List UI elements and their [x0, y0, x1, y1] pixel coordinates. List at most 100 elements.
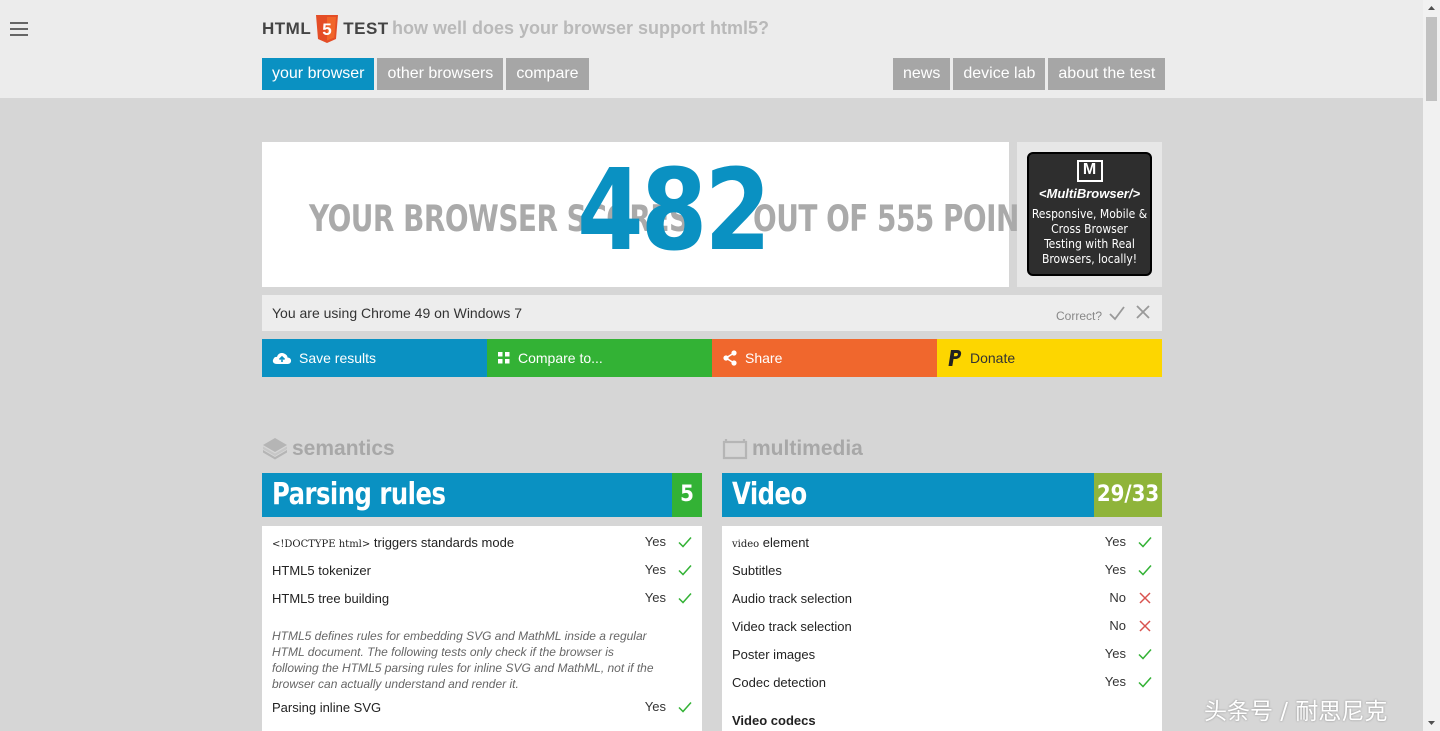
- logo-text-test: TEST: [343, 19, 389, 38]
- table-row: Parsing inline SVG Yes: [262, 691, 702, 719]
- table-row: Codec detection Yes: [722, 666, 1162, 694]
- compare-to-label: Compare to...: [518, 350, 603, 366]
- category-title: Parsing rules: [272, 477, 446, 512]
- row-result: Yes: [644, 534, 666, 549]
- table-row: Audio track selection No: [722, 582, 1162, 610]
- check-icon: [1138, 537, 1152, 548]
- table-row: HTML5 tokenizer Yes: [262, 554, 702, 582]
- row-result: Yes: [1104, 562, 1126, 577]
- row-label: video element: [732, 535, 809, 550]
- row-label: Video track selection: [732, 619, 852, 634]
- secondary-nav: news device lab about the test: [893, 58, 1166, 90]
- confirm-check-icon[interactable]: [1108, 304, 1126, 322]
- site-header: HTML 5 TEST how well does your browser s…: [0, 0, 1423, 98]
- check-icon: [678, 565, 692, 576]
- video-codecs-heading: Video codecs: [732, 713, 816, 728]
- category-video[interactable]: Video 29/33: [722, 473, 1162, 517]
- share-icon: [723, 350, 737, 366]
- share-label: Share: [745, 350, 783, 366]
- category-score: 5: [672, 473, 702, 517]
- row-label: Poster images: [732, 647, 816, 662]
- logo-text-html: HTML: [262, 19, 312, 38]
- row-label: Audio track selection: [732, 591, 852, 606]
- cross-icon: [1139, 620, 1151, 632]
- multibrowser-logo-icon: [1076, 160, 1103, 182]
- parsing-note: HTML5 defines rules for embedding SVG an…: [272, 629, 654, 691]
- row-result: No: [1109, 590, 1126, 605]
- ad-panel: <MultiBrowser/> Responsive, Mobile & Cro…: [1017, 142, 1162, 287]
- share-button[interactable]: Share: [712, 339, 937, 377]
- scroll-up-arrow-icon[interactable]: [1423, 0, 1440, 17]
- row-result: Yes: [644, 590, 666, 605]
- scroll-down-arrow-icon[interactable]: [1423, 714, 1440, 731]
- check-icon: [1138, 565, 1152, 576]
- row-result: Yes: [644, 699, 666, 714]
- table-row: Video track selection No: [722, 610, 1162, 638]
- check-icon: [678, 593, 692, 604]
- row-result: Yes: [644, 562, 666, 577]
- watermark: 头条号 / 耐思尼克: [1204, 699, 1388, 725]
- row-label: HTML5 tokenizer: [272, 563, 371, 578]
- nav-other-browsers[interactable]: other browsers: [377, 58, 504, 90]
- action-bar: Save results Compare to... Share Donate: [262, 339, 1162, 377]
- nav-your-browser[interactable]: your browser: [262, 58, 375, 90]
- row-label-text: element: [759, 535, 810, 550]
- section-semantics: semantics: [262, 437, 395, 461]
- user-agent-bar: You are using Chrome 49 on Windows 7 Cor…: [262, 295, 1162, 331]
- compare-to-button[interactable]: Compare to...: [487, 339, 712, 377]
- row-result: Yes: [1104, 534, 1126, 549]
- row-label: Subtitles: [732, 563, 782, 578]
- grid-icon: [498, 352, 510, 364]
- cross-icon: [1139, 592, 1151, 604]
- layers-icon: [263, 438, 287, 460]
- paypal-icon: [948, 350, 962, 366]
- close-icon[interactable]: [1135, 304, 1151, 320]
- row-result: No: [1109, 618, 1126, 633]
- donate-button[interactable]: Donate: [937, 339, 1162, 377]
- nav-compare[interactable]: compare: [506, 58, 589, 90]
- category-score: 29/33: [1094, 473, 1162, 517]
- site-tagline: how well does your browser support html5…: [392, 18, 770, 38]
- check-icon: [1138, 649, 1152, 660]
- check-icon: [678, 702, 692, 713]
- score-suffix: OUT OF 555 POINTS: [753, 198, 1057, 241]
- donate-label: Donate: [970, 350, 1016, 366]
- nav-about-the-test[interactable]: about the test: [1048, 58, 1166, 90]
- section-multimedia: multimedia: [722, 437, 863, 461]
- ad-text: Responsive, Mobile & Cross Browser Testi…: [1031, 207, 1148, 266]
- video-code: video: [732, 539, 760, 550]
- check-icon: [1138, 677, 1152, 688]
- category-parsing-rules[interactable]: Parsing rules 5: [262, 473, 702, 517]
- score-panel: YOUR BROWSER SCORES 482 OUT OF 555 POINT…: [262, 142, 1057, 287]
- svg-text:5: 5: [322, 20, 331, 39]
- primary-nav: your browser other browsers compare: [262, 58, 589, 90]
- scrollbar-thumb[interactable]: [1426, 17, 1437, 101]
- table-row: HTML5 tree building Yes: [262, 582, 702, 610]
- table-row: Poster images Yes: [722, 638, 1162, 666]
- score-value: 482: [577, 146, 771, 276]
- row-result: Yes: [1104, 646, 1126, 661]
- row-label: Codec detection: [732, 675, 826, 690]
- row-label-text: triggers standards mode: [370, 535, 515, 550]
- save-results-button[interactable]: Save results: [262, 339, 487, 377]
- section-title-semantics: semantics: [292, 437, 395, 460]
- row-label: HTML5 tree building: [272, 591, 390, 606]
- vertical-scrollbar[interactable]: [1423, 0, 1440, 731]
- row-label: <!DOCTYPE html> triggers standards mode: [272, 535, 514, 550]
- table-row: video element Yes: [722, 526, 1162, 554]
- table-row: Subtitles Yes: [722, 554, 1162, 582]
- doctype-code: <!DOCTYPE html>: [272, 539, 371, 550]
- multibrowser-ad[interactable]: <MultiBrowser/> Responsive, Mobile & Cro…: [1027, 152, 1152, 276]
- nav-device-lab[interactable]: device lab: [953, 58, 1046, 90]
- nav-news[interactable]: news: [893, 58, 951, 90]
- site-logo[interactable]: HTML 5 TEST: [262, 15, 389, 43]
- film-frame-icon: [722, 439, 748, 460]
- ad-brand: <MultiBrowser/>: [1038, 186, 1141, 201]
- category-title: Video: [732, 477, 807, 512]
- hamburger-menu-icon[interactable]: [10, 22, 28, 36]
- save-results-label: Save results: [299, 350, 377, 366]
- video-results: video element Yes Subtitles Yes Audio tr…: [722, 526, 1162, 731]
- cloud-upload-icon: [272, 353, 292, 364]
- parsing-rules-results: <!DOCTYPE html> triggers standards mode …: [262, 526, 702, 731]
- html5-shield-icon: 5: [316, 15, 339, 43]
